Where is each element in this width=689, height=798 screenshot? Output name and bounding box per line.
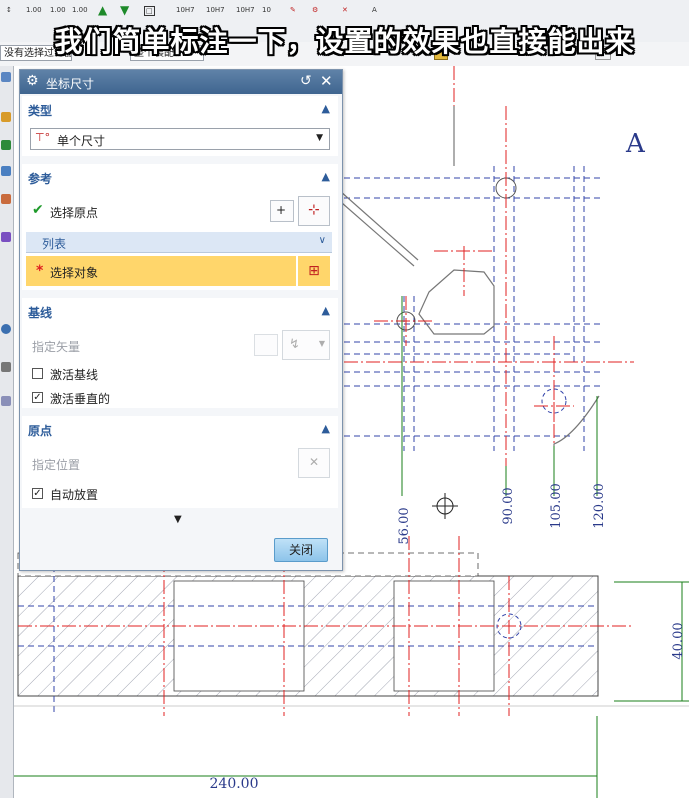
assembly-navigator-icon[interactable]	[1, 166, 11, 176]
close-button[interactable]: 关闭	[274, 538, 328, 562]
video-caption: 我们简单标注一下，设置的效果也直接能出来	[54, 25, 635, 58]
origin-section-heading: 原点	[28, 424, 53, 438]
dimension-40[interactable]: 40.00	[671, 622, 686, 659]
select-object-row[interactable]: * 选择对象	[26, 256, 296, 286]
activate-perpendicular-label[interactable]: 激活垂直的	[50, 390, 110, 407]
position-tool-icon: ✕	[298, 448, 330, 478]
part-navigator-icon[interactable]	[1, 112, 11, 122]
clock-icon[interactable]	[1, 324, 11, 334]
text-icon[interactable]: A	[372, 6, 377, 14]
list-toggle[interactable]: 列表 ∨	[26, 232, 332, 253]
collapse-chevron-icon[interactable]: ▲	[322, 102, 330, 115]
baseline-section: 基线 ▲ 指定矢量 ↯ ▼ 激活基线 ✓ 激活垂直的	[22, 298, 338, 408]
system-materials-icon[interactable]	[1, 362, 11, 372]
origin-section: 原点 ▲ 指定位置 ✕ ✓ 自动放置	[22, 416, 338, 508]
close-icon[interactable]: ✕	[320, 72, 333, 90]
type-section-heading: 类型	[28, 104, 53, 118]
ordinate-dimension-dialog: ⚙ 坐标尺寸 ↺ ✕ 类型 ▲ ⊤° 单个尺寸 ▼ 参考 ▲ ✔ 选择原点 + …	[19, 69, 343, 571]
fit-tolerance-icon-2[interactable]: 10H7	[206, 6, 225, 14]
gear-icon: ⚙	[26, 73, 39, 89]
collapse-chevron-icon[interactable]: ▲	[322, 304, 330, 317]
activate-baseline-checkbox[interactable]	[32, 368, 43, 379]
type-section: 类型 ▲ ⊤° 单个尺寸 ▼	[22, 96, 338, 156]
dimension-style-icon[interactable]: ↕	[6, 6, 12, 14]
check-icon: ✔	[32, 202, 44, 218]
cross-icon[interactable]: ✕	[342, 6, 348, 14]
activate-baseline-label[interactable]: 激活基线	[50, 366, 98, 383]
toolbar-label-2[interactable]: 1.00	[50, 6, 66, 14]
chevron-down-icon: ∨	[318, 235, 326, 246]
upper-view	[344, 166, 604, 451]
activate-perpendicular-checkbox[interactable]: ✓	[32, 392, 43, 403]
collapse-chevron-icon[interactable]: ▲	[322, 422, 330, 435]
vector-dropdown-icon: ↯ ▼	[282, 330, 330, 360]
select-origin-label[interactable]: 选择原点	[50, 204, 98, 221]
arrow-down-icon[interactable]: ▼	[120, 4, 129, 16]
dimension-120[interactable]: 120.00	[592, 483, 607, 529]
required-asterisk-icon: *	[36, 263, 44, 279]
view-label[interactable]: A	[625, 129, 646, 159]
type-dropdown[interactable]: ⊤° 单个尺寸 ▼	[30, 128, 330, 150]
point-snap-icon[interactable]: ⊹	[298, 196, 330, 226]
origin-tool-icon[interactable]: +	[270, 200, 294, 222]
toolbar-label-3[interactable]: 1.00	[72, 6, 88, 14]
fixture-outline	[333, 106, 600, 446]
dimension-105[interactable]: 105.00	[549, 483, 564, 529]
select-object-label: 选择对象	[50, 266, 99, 280]
collapse-chevron-icon[interactable]: ▲	[322, 170, 330, 183]
baseline-section-heading: 基线	[28, 306, 53, 320]
specify-position-label: 指定位置	[32, 458, 81, 472]
reference-section-heading: 参考	[28, 172, 53, 186]
dialog-title: 坐标尺寸	[46, 77, 95, 91]
dimension-56[interactable]: 56.00	[397, 507, 412, 544]
type-dropdown-value: 单个尺寸	[57, 134, 106, 148]
dialog-title-bar[interactable]: ⚙ 坐标尺寸 ↺ ✕	[20, 70, 342, 94]
web-browser-icon[interactable]	[1, 194, 11, 204]
vector-tool-icon	[254, 334, 278, 356]
resource-bar	[0, 66, 14, 798]
fit-tolerance-icon-4[interactable]: 10	[262, 6, 271, 14]
tolerance-box-icon[interactable]: □	[144, 6, 155, 16]
edit-dimension-icon[interactable]: ✎	[290, 6, 296, 14]
more-options-icon[interactable]: ▼	[174, 514, 182, 525]
arrow-up-icon[interactable]: ▲	[98, 4, 107, 16]
crosshair-cursor-icon	[432, 493, 458, 519]
fit-tolerance-icon-1[interactable]: 10H7	[176, 6, 195, 14]
fit-tolerance-icon-3[interactable]: 10H7	[236, 6, 255, 14]
reference-section: 参考 ▲ ✔ 选择原点 + ⊹ 列表 ∨ * 选择对象 ⊞	[22, 164, 338, 290]
reuse-library-icon[interactable]	[1, 140, 11, 150]
auto-place-checkbox[interactable]: ✓	[32, 488, 43, 499]
settings-icon[interactable]: ⚙	[312, 6, 318, 14]
specify-vector-label: 指定矢量	[32, 340, 81, 354]
dimension-240[interactable]: 240.00	[210, 776, 259, 792]
toolbar-label-1[interactable]: 1.00	[26, 6, 42, 14]
auto-place-label[interactable]: 自动放置	[50, 486, 98, 503]
roles-icon[interactable]	[1, 396, 11, 406]
dimension-90[interactable]: 90.00	[501, 487, 516, 524]
ordinate-dimension-icon: ⊤°	[35, 131, 51, 144]
chevron-down-icon: ▼	[316, 133, 323, 143]
list-label: 列表	[42, 237, 67, 251]
centerlines-upper	[344, 66, 634, 466]
select-object-icon[interactable]: ⊞	[298, 256, 330, 286]
history-icon[interactable]	[1, 232, 11, 242]
reset-icon[interactable]: ↺	[300, 73, 312, 89]
navigator-icon[interactable]	[1, 72, 11, 82]
